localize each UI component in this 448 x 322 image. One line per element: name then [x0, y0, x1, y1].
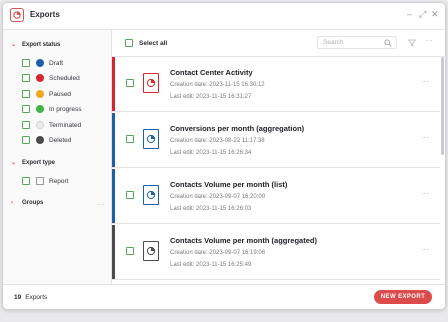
search-placeholder: Search — [323, 39, 344, 46]
toolbar-more-icon[interactable]: ··· — [425, 36, 433, 45]
list-scrollbar[interactable] — [441, 57, 445, 284]
row-more-icon[interactable]: ··· — [421, 133, 429, 142]
report-thumbnail-icon — [143, 185, 159, 205]
export-row[interactable]: Contact Center Activity Creation date: 2… — [112, 57, 440, 112]
chevron-down-icon: ⌄ — [11, 42, 17, 48]
report-thumbnail-icon — [143, 241, 159, 261]
last-edit: Last edit: 2023-11-15 16:31:27 — [170, 94, 252, 100]
groups-more-icon[interactable]: ··· — [97, 200, 105, 209]
row-checkbox[interactable] — [126, 247, 134, 255]
select-all-label: Select all — [139, 39, 168, 47]
checkbox[interactable] — [22, 105, 30, 113]
status-bar — [112, 57, 115, 111]
report-thumbnail-icon — [143, 73, 159, 93]
new-export-button[interactable]: NEW EXPORT — [374, 290, 432, 304]
checkbox[interactable] — [22, 121, 30, 129]
exports-window: Exports – ⤢ ✕ ⌄ Export status Draft Sche… — [2, 2, 446, 310]
status-filter-scheduled[interactable]: Scheduled — [22, 72, 80, 84]
status-filter-terminated[interactable]: Terminated — [22, 119, 81, 131]
checkbox[interactable] — [22, 177, 30, 185]
export-status-header[interactable]: ⌄ Export status — [11, 41, 61, 49]
export-title: Contacts Volume per month (aggregated) — [170, 236, 317, 245]
status-bar — [112, 225, 115, 279]
last-edit: Last edit: 2023-11-15 16:25:49 — [170, 262, 252, 268]
creation-date: Creation date: 2023-11-15 16:30:12 — [170, 82, 265, 88]
exports-list: Contact Center Activity Creation date: 2… — [112, 57, 445, 284]
status-label: Scheduled — [49, 74, 80, 82]
export-title: Contacts Volume per month (list) — [170, 180, 288, 189]
deleted-dot-icon — [36, 136, 44, 144]
last-edit: Last edit: 2023-11-15 16:26:34 — [170, 150, 252, 156]
status-label: Paused — [49, 90, 72, 98]
row-checkbox[interactable] — [126, 135, 134, 143]
title-bar: Exports – ⤢ ✕ — [3, 3, 445, 30]
exports-app-icon — [10, 8, 24, 22]
draft-dot-icon — [36, 59, 44, 67]
creation-date: Creation date: 2023-08-22 11:17:38 — [170, 138, 265, 144]
list-toolbar: Select all Search ··· — [112, 30, 445, 57]
select-all-checkbox[interactable] — [125, 39, 133, 47]
status-label: Draft — [49, 59, 64, 67]
terminated-dot-icon — [36, 121, 44, 129]
filter-icon[interactable] — [408, 39, 416, 47]
report-thumbnail-icon — [143, 129, 159, 149]
export-status-heading: Export status — [22, 41, 61, 48]
status-filter-in-progress[interactable]: In progress — [22, 103, 82, 115]
maximize-icon[interactable]: ⤢ — [419, 8, 426, 20]
select-all-control[interactable]: Select all — [125, 39, 167, 47]
status-bar — [112, 169, 115, 223]
checkbox[interactable] — [22, 90, 30, 98]
status-label: In progress — [49, 105, 82, 113]
search-icon — [384, 39, 392, 47]
row-checkbox[interactable] — [126, 191, 134, 199]
export-type-header[interactable]: ⌄ Export type — [11, 159, 56, 167]
export-row[interactable]: Contacts Volume per month (list) Creatio… — [112, 169, 440, 224]
export-count-label: Exports — [25, 294, 48, 301]
footer-bar: 19 Exports NEW EXPORT — [3, 284, 445, 309]
creation-date: Creation date: 2023-09-07 16:20:00 — [170, 194, 266, 200]
export-title: Conversions per month (aggregation) — [170, 124, 305, 133]
scrollbar-thumb[interactable] — [441, 57, 444, 155]
report-icon — [36, 177, 44, 185]
status-bar — [112, 113, 115, 167]
paused-dot-icon — [36, 90, 44, 98]
minimize-icon[interactable]: – — [407, 8, 412, 20]
groups-header[interactable]: › Groups — [11, 200, 43, 206]
status-filter-paused[interactable]: Paused — [22, 88, 71, 100]
row-more-icon[interactable]: ··· — [421, 77, 429, 86]
search-input[interactable]: Search — [317, 36, 397, 49]
status-filter-draft[interactable]: Draft — [22, 57, 63, 69]
status-label: Terminated — [49, 121, 82, 129]
row-more-icon[interactable]: ··· — [421, 189, 429, 198]
export-type-heading: Export type — [22, 159, 56, 166]
export-count-number: 19 — [14, 294, 22, 301]
status-filter-deleted[interactable]: Deleted — [22, 134, 71, 146]
type-label: Report — [49, 177, 69, 185]
chevron-right-icon: › — [11, 200, 13, 206]
checkbox[interactable] — [22, 59, 30, 67]
row-checkbox[interactable] — [126, 79, 134, 87]
in-progress-dot-icon — [36, 105, 44, 113]
scheduled-dot-icon — [36, 74, 44, 82]
last-edit: Last edit: 2023-11-15 16:26:03 — [170, 206, 252, 212]
checkbox[interactable] — [22, 136, 30, 144]
export-row[interactable]: Conversions per month (aggregation) Crea… — [112, 113, 440, 168]
row-more-icon[interactable]: ··· — [421, 245, 429, 254]
export-count: 19 Exports — [14, 294, 47, 301]
groups-heading: Groups — [22, 200, 44, 206]
checkbox[interactable] — [22, 74, 30, 82]
creation-date: Creation date: 2023-09-07 16:19:06 — [170, 250, 266, 256]
status-label: Deleted — [49, 136, 72, 144]
window-title: Exports — [30, 10, 60, 19]
chevron-down-icon: ⌄ — [11, 160, 17, 166]
filter-sidebar: ⌄ Export status Draft Scheduled Paused I… — [3, 30, 112, 284]
type-filter-report[interactable]: Report — [22, 175, 69, 187]
export-row[interactable]: Contacts Volume per month (aggregated) C… — [112, 225, 440, 280]
close-icon[interactable]: ✕ — [431, 8, 439, 20]
export-title: Contact Center Activity — [170, 68, 253, 77]
